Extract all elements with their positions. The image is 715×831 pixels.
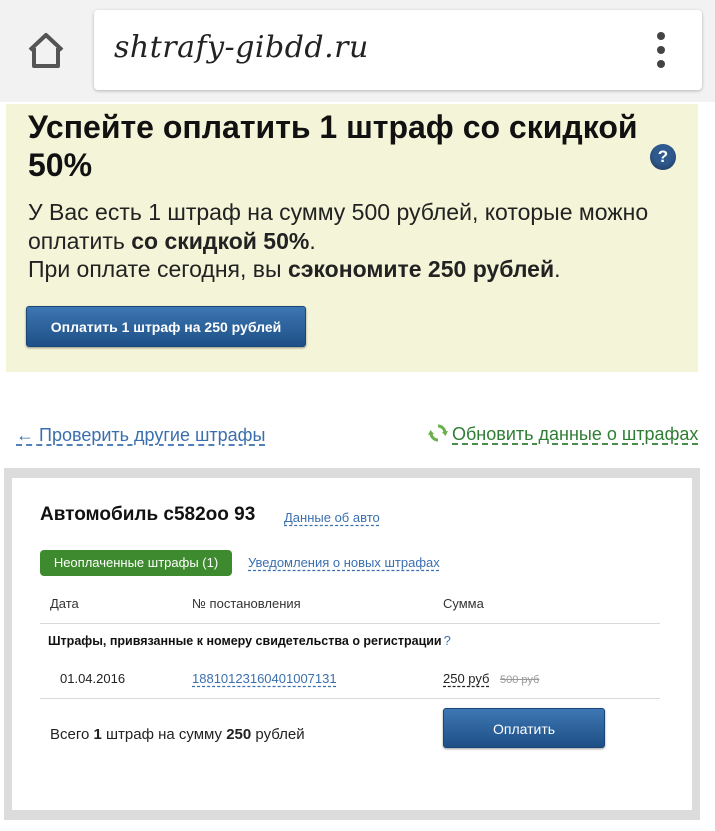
column-header-date: Дата (50, 596, 79, 611)
url-text[interactable]: shtrafy-gibdd.ru (114, 30, 369, 65)
banner-text-2: При оплате сегодня, вы (28, 256, 288, 282)
car-title: Автомобиль с582оо 93 (40, 504, 256, 525)
pay-discount-button[interactable]: Оплатить 1 штраф на 250 рублей (26, 306, 306, 347)
fine-sum-original: 500 руб (500, 674, 540, 686)
kebab-menu-icon[interactable] (650, 30, 672, 70)
address-bar[interactable]: shtrafy-gibdd.ru (94, 10, 702, 90)
group-help-link[interactable]: ? (444, 633, 451, 648)
check-other-fines-link[interactable]: ← Проверить другие штрафы (16, 425, 265, 446)
column-header-sum: Сумма (443, 596, 484, 611)
total-text-mid: штраф на сумму (101, 726, 227, 743)
table-row: 18810123160401007131 (192, 671, 337, 686)
table-divider (40, 698, 660, 699)
home-icon[interactable] (22, 28, 70, 72)
refresh-fines-label: Обновить данные о штрафах (452, 424, 699, 444)
table-divider (40, 623, 660, 624)
car-card: Автомобиль с582оо 93 Данные об авто Неоп… (12, 478, 692, 810)
total-sum: 250 (226, 726, 252, 743)
total-summary: Всего 1 штраф на сумму 250 рублей (50, 726, 305, 743)
fine-date: 01.04.2016 (60, 671, 126, 686)
total-text-post: рублей (251, 726, 305, 743)
total-count: 1 (93, 726, 102, 743)
banner-text-1-end: . (309, 227, 316, 254)
registration-group-label: Штрафы, привязанные к номеру свидетельст… (48, 633, 451, 648)
help-icon[interactable]: ? (650, 144, 676, 170)
banner-text-1-bold: со скидкой 50% (131, 227, 310, 254)
banner-text-2-end: . (554, 256, 561, 282)
fine-sum-discounted: 250 руб (443, 671, 490, 686)
car-details-link[interactable]: Данные об авто (284, 510, 380, 525)
banner-text-2-bold: сэкономите 250 рублей (287, 256, 555, 282)
refresh-icon (428, 423, 448, 443)
browser-toolbar: shtrafy-gibdd.ru (0, 0, 715, 102)
banner-title: Успейте оплатить 1 штраф со скидкой 50% (28, 109, 638, 183)
fine-sum: 250 руб (443, 671, 489, 686)
refresh-fines-link[interactable]: Обновить данные о штрафах (428, 423, 698, 445)
decree-number-link[interactable]: 18810123160401007131 (192, 671, 337, 686)
total-text-pre: Всего (50, 726, 94, 743)
registration-group-text: Штрафы, привязанные к номеру свидетельст… (48, 634, 442, 648)
column-header-decree: № постановления (192, 596, 301, 611)
car-card-frame: Автомобиль с582оо 93 Данные об авто Неоп… (4, 468, 700, 820)
pay-button[interactable]: Оплатить (443, 708, 605, 748)
banner-text-1: У Вас есть 1 штраф на сумму 500 рублей, … (28, 199, 649, 254)
discount-banner: Успейте оплатить 1 штраф со скидкой 50% … (6, 104, 698, 372)
tab-fine-notifications[interactable]: Уведомления о новых штрафах (248, 555, 440, 570)
banner-text: У Вас есть 1 штраф на сумму 500 рублей, … (28, 198, 668, 284)
tab-unpaid-fines[interactable]: Неоплаченные штрафы (1) (40, 550, 232, 576)
